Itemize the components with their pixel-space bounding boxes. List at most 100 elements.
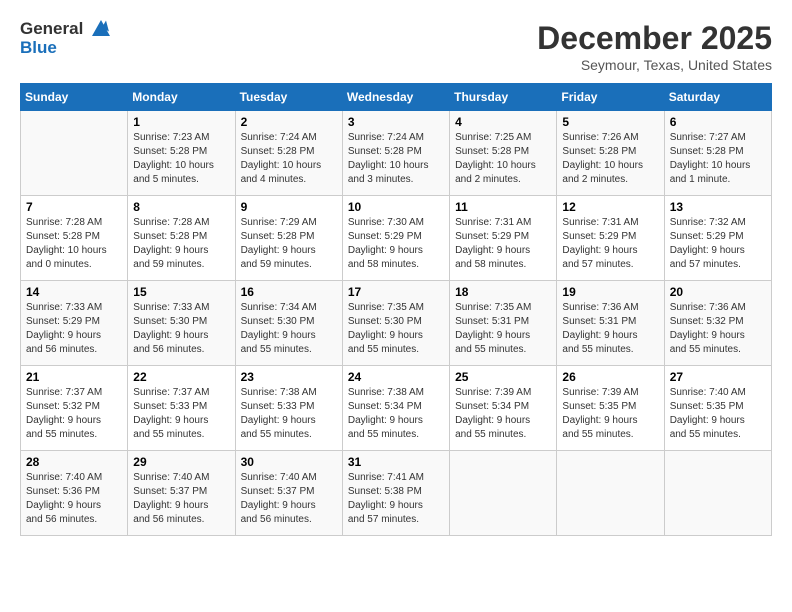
calendar-week-4: 21 Sunrise: 7:37 AMSunset: 5:32 PMDayligh… <box>21 366 772 451</box>
calendar-cell: 23 Sunrise: 7:38 AMSunset: 5:33 PMDayligh… <box>235 366 342 451</box>
calendar-cell: 7 Sunrise: 7:28 AMSunset: 5:28 PMDaylight… <box>21 196 128 281</box>
calendar-cell: 21 Sunrise: 7:37 AMSunset: 5:32 PMDayligh… <box>21 366 128 451</box>
day-number: 31 <box>348 455 444 469</box>
calendar-cell: 22 Sunrise: 7:37 AMSunset: 5:33 PMDayligh… <box>128 366 235 451</box>
main-title: December 2025 <box>537 20 772 57</box>
day-number: 6 <box>670 115 766 129</box>
day-header-sunday: Sunday <box>21 84 128 111</box>
day-info: Sunrise: 7:39 AMSunset: 5:35 PMDaylight:… <box>562 386 658 442</box>
day-number: 30 <box>241 455 337 469</box>
day-header-wednesday: Wednesday <box>342 84 449 111</box>
day-number: 3 <box>348 115 444 129</box>
day-header-monday: Monday <box>128 84 235 111</box>
day-number: 11 <box>455 200 551 214</box>
day-number: 10 <box>348 200 444 214</box>
calendar-cell <box>450 451 557 536</box>
subtitle: Seymour, Texas, United States <box>537 57 772 73</box>
day-header-friday: Friday <box>557 84 664 111</box>
day-info: Sunrise: 7:40 AMSunset: 5:37 PMDaylight:… <box>133 471 229 527</box>
calendar-cell: 9Sunrise: 7:29 AMSunset: 5:28 PMDaylight… <box>235 196 342 281</box>
day-number: 22 <box>133 370 229 384</box>
logo: General Blue <box>20 20 112 57</box>
day-number: 23 <box>241 370 337 384</box>
day-number: 7 <box>26 200 122 214</box>
calendar-cell: 27 Sunrise: 7:40 AMSunset: 5:35 PMDayligh… <box>664 366 771 451</box>
day-info: Sunrise: 7:27 AMSunset: 5:28 PMDaylight:… <box>670 131 766 187</box>
day-info: Sunrise: 7:34 AMSunset: 5:30 PMDaylight:… <box>241 301 337 357</box>
day-info: Sunrise: 7:33 AMSunset: 5:30 PMDaylight:… <box>133 301 229 357</box>
calendar-header-row: SundayMondayTuesdayWednesdayThursdayFrid… <box>21 84 772 111</box>
day-info: Sunrise: 7:28 AMSunset: 5:28 PMDaylight:… <box>133 216 229 272</box>
day-number: 15 <box>133 285 229 299</box>
calendar-cell: 8 Sunrise: 7:28 AMSunset: 5:28 PMDaylight… <box>128 196 235 281</box>
day-number: 5 <box>562 115 658 129</box>
day-info: Sunrise: 7:31 AMSunset: 5:29 PMDaylight:… <box>562 216 658 272</box>
title-section: December 2025 Seymour, Texas, United Sta… <box>537 20 772 73</box>
calendar-week-5: 28Sunrise: 7:40 AMSunset: 5:36 PMDayligh… <box>21 451 772 536</box>
day-number: 26 <box>562 370 658 384</box>
calendar-cell: 15 Sunrise: 7:33 AMSunset: 5:30 PMDayligh… <box>128 281 235 366</box>
day-info: Sunrise: 7:25 AMSunset: 5:28 PMDaylight:… <box>455 131 551 187</box>
calendar-cell: 12Sunrise: 7:31 AMSunset: 5:29 PMDayligh… <box>557 196 664 281</box>
calendar-cell: 4 Sunrise: 7:25 AMSunset: 5:28 PMDaylight… <box>450 111 557 196</box>
day-info: Sunrise: 7:38 AMSunset: 5:33 PMDaylight:… <box>241 386 337 442</box>
calendar-cell <box>21 111 128 196</box>
day-number: 17 <box>348 285 444 299</box>
day-header-thursday: Thursday <box>450 84 557 111</box>
day-info: Sunrise: 7:36 AMSunset: 5:32 PMDaylight:… <box>670 301 766 357</box>
day-info: Sunrise: 7:33 AMSunset: 5:29 PMDaylight:… <box>26 301 122 357</box>
calendar-week-1: 1Sunrise: 7:23 AMSunset: 5:28 PMDaylight… <box>21 111 772 196</box>
day-number: 27 <box>670 370 766 384</box>
day-number: 19 <box>562 285 658 299</box>
calendar-cell: 13 Sunrise: 7:32 AMSunset: 5:29 PMDayligh… <box>664 196 771 281</box>
day-info: Sunrise: 7:40 AMSunset: 5:35 PMDaylight:… <box>670 386 766 442</box>
day-number: 20 <box>670 285 766 299</box>
day-header-saturday: Saturday <box>664 84 771 111</box>
calendar-cell: 28Sunrise: 7:40 AMSunset: 5:36 PMDayligh… <box>21 451 128 536</box>
calendar-table: SundayMondayTuesdayWednesdayThursdayFrid… <box>20 83 772 536</box>
calendar-cell: 24 Sunrise: 7:38 AMSunset: 5:34 PMDayligh… <box>342 366 449 451</box>
day-info: Sunrise: 7:32 AMSunset: 5:29 PMDaylight:… <box>670 216 766 272</box>
day-info: Sunrise: 7:24 AMSunset: 5:28 PMDaylight:… <box>348 131 444 187</box>
day-number: 24 <box>348 370 444 384</box>
calendar-cell: 1Sunrise: 7:23 AMSunset: 5:28 PMDaylight… <box>128 111 235 196</box>
day-info: Sunrise: 7:40 AMSunset: 5:37 PMDaylight:… <box>241 471 337 527</box>
calendar-cell: 16Sunrise: 7:34 AMSunset: 5:30 PMDayligh… <box>235 281 342 366</box>
day-info: Sunrise: 7:36 AMSunset: 5:31 PMDaylight:… <box>562 301 658 357</box>
calendar-cell: 31 Sunrise: 7:41 AMSunset: 5:38 PMDayligh… <box>342 451 449 536</box>
day-info: Sunrise: 7:39 AMSunset: 5:34 PMDaylight:… <box>455 386 551 442</box>
logo-line1: General <box>20 20 112 39</box>
day-info: Sunrise: 7:41 AMSunset: 5:38 PMDaylight:… <box>348 471 444 527</box>
day-info: Sunrise: 7:37 AMSunset: 5:32 PMDaylight:… <box>26 386 122 442</box>
day-info: Sunrise: 7:38 AMSunset: 5:34 PMDaylight:… <box>348 386 444 442</box>
calendar-cell: 18 Sunrise: 7:35 AMSunset: 5:31 PMDayligh… <box>450 281 557 366</box>
calendar-cell <box>557 451 664 536</box>
day-info: Sunrise: 7:26 AMSunset: 5:28 PMDaylight:… <box>562 131 658 187</box>
day-info: Sunrise: 7:35 AMSunset: 5:31 PMDaylight:… <box>455 301 551 357</box>
day-number: 21 <box>26 370 122 384</box>
day-info: Sunrise: 7:28 AMSunset: 5:28 PMDaylight:… <box>26 216 122 272</box>
calendar-cell: 5 Sunrise: 7:26 AMSunset: 5:28 PMDaylight… <box>557 111 664 196</box>
day-info: Sunrise: 7:31 AMSunset: 5:29 PMDaylight:… <box>455 216 551 272</box>
day-number: 13 <box>670 200 766 214</box>
day-number: 4 <box>455 115 551 129</box>
day-number: 8 <box>133 200 229 214</box>
day-number: 9 <box>241 200 337 214</box>
calendar-cell: 3 Sunrise: 7:24 AMSunset: 5:28 PMDaylight… <box>342 111 449 196</box>
calendar-cell: 19 Sunrise: 7:36 AMSunset: 5:31 PMDayligh… <box>557 281 664 366</box>
day-number: 18 <box>455 285 551 299</box>
day-number: 29 <box>133 455 229 469</box>
day-number: 14 <box>26 285 122 299</box>
calendar-cell: 17Sunrise: 7:35 AMSunset: 5:30 PMDayligh… <box>342 281 449 366</box>
page-header: General Blue December 2025 Seymour, Texa… <box>20 20 772 73</box>
calendar-cell: 11 Sunrise: 7:31 AMSunset: 5:29 PMDayligh… <box>450 196 557 281</box>
day-info: Sunrise: 7:37 AMSunset: 5:33 PMDaylight:… <box>133 386 229 442</box>
calendar-week-3: 14 Sunrise: 7:33 AMSunset: 5:29 PMDayligh… <box>21 281 772 366</box>
calendar-cell: 6 Sunrise: 7:27 AMSunset: 5:28 PMDaylight… <box>664 111 771 196</box>
day-header-tuesday: Tuesday <box>235 84 342 111</box>
day-info: Sunrise: 7:23 AMSunset: 5:28 PMDaylight:… <box>133 131 229 187</box>
logo-line2: Blue <box>20 39 112 58</box>
calendar-cell <box>664 451 771 536</box>
calendar-cell: 26 Sunrise: 7:39 AMSunset: 5:35 PMDayligh… <box>557 366 664 451</box>
calendar-cell: 10Sunrise: 7:30 AMSunset: 5:29 PMDayligh… <box>342 196 449 281</box>
